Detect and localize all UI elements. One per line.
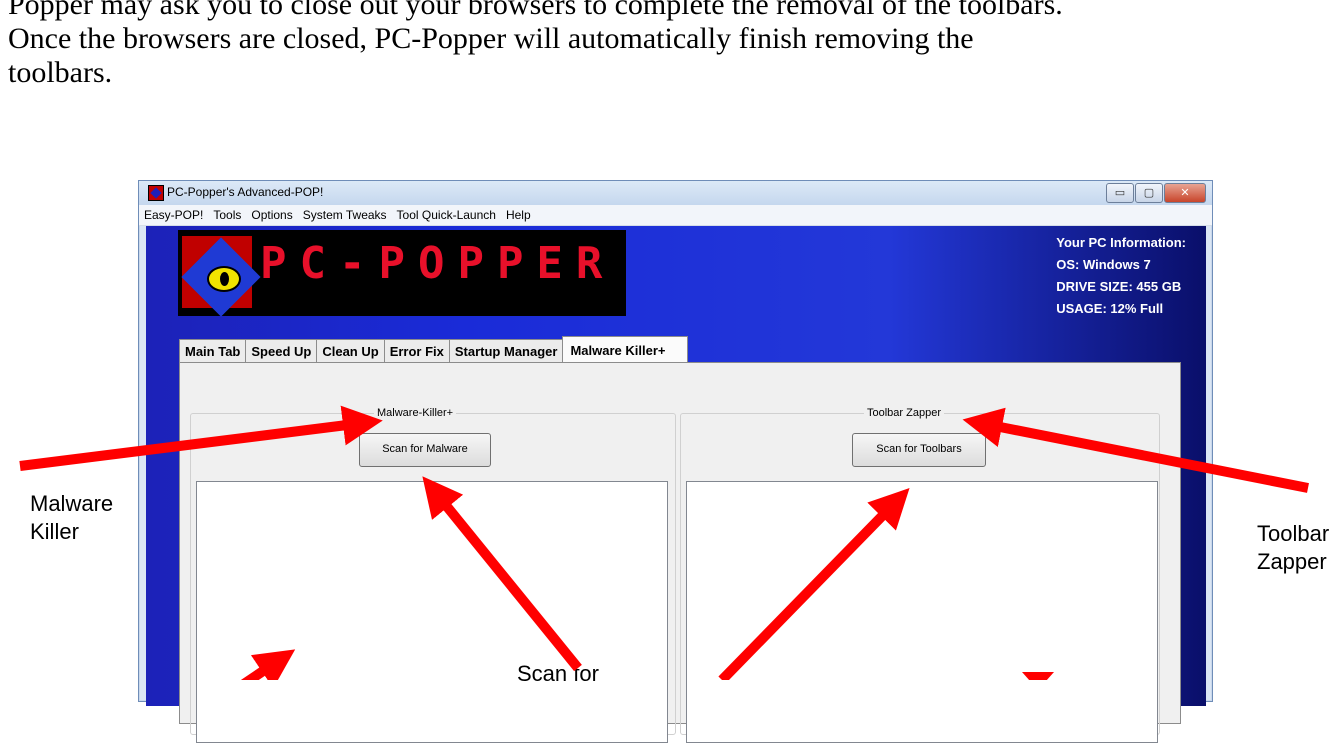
doc-line-3: toolbars. xyxy=(8,56,113,89)
pc-info-heading: Your PC Information: xyxy=(1056,235,1186,250)
menu-bar: Easy-POP! Tools Options System Tweaks Tool Q… xyxy=(139,205,1212,226)
tab-main[interactable]: Main Tab xyxy=(179,339,247,363)
menu-easy-pop[interactable]: Easy-POP! xyxy=(139,205,208,222)
malware-killer-title: Malware-Killer+ xyxy=(374,407,457,419)
tab-panel: Malware-Killer+ Scan for Malware Toolbar… xyxy=(179,362,1181,743)
logo-text: PC-POPPER xyxy=(260,238,616,289)
toolbar-results-list[interactable] xyxy=(686,481,1158,743)
tab-strip: Main Tab Speed Up Clean Up Error Fix Sta… xyxy=(179,336,689,365)
menu-system-tweaks[interactable]: System Tweaks xyxy=(298,205,392,222)
tab-clean-up[interactable]: Clean Up xyxy=(316,339,385,363)
toolbar-zapper-group: Toolbar Zapper Scan for Toolbars xyxy=(680,407,1160,743)
minimize-button[interactable]: ▭ xyxy=(1106,183,1134,203)
malware-killer-callout: Malware Killer xyxy=(30,491,114,544)
toolbar-zapper-title: Toolbar Zapper xyxy=(864,407,944,419)
tab-malware-killer[interactable]: Malware Killer+ xyxy=(562,336,689,365)
tab-error-fix[interactable]: Error Fix xyxy=(383,339,450,363)
window-title: PC-Popper's Advanced-POP! xyxy=(167,185,324,199)
pc-popper-logo: PC-POPPER xyxy=(178,230,626,317)
malware-killer-group: Malware-Killer+ Scan for Malware xyxy=(190,407,676,743)
tab-startup-manager[interactable]: Startup Manager xyxy=(448,339,564,363)
app-logo-icon[interactable] xyxy=(148,185,164,201)
pc-info-usage: USAGE: 12% Full xyxy=(1056,301,1164,316)
window-controls: ▭ ▢ ✕ xyxy=(1105,183,1206,203)
scan-for-toolbars-button[interactable]: Scan for Toolbars xyxy=(852,433,986,467)
title-bar[interactable]: PC-Popper's Advanced-POP! ▭ ▢ ✕ xyxy=(139,181,1212,205)
doc-line-2: Once the browsers are closed, PC-Popper … xyxy=(8,22,974,55)
scan-for-malware-button[interactable]: Scan for Malware xyxy=(359,433,491,467)
tab-speed-up[interactable]: Speed Up xyxy=(245,339,318,363)
document-text: Popper may ask you to close out your bro… xyxy=(8,0,1328,90)
scan-for-callout: Scan for xyxy=(517,661,599,686)
menu-tools[interactable]: Tools xyxy=(208,205,246,222)
logo-emblem xyxy=(181,236,261,317)
eye-icon xyxy=(207,266,241,292)
maximize-button[interactable]: ▢ xyxy=(1135,183,1163,203)
doc-line-1: Popper may ask you to close out your bro… xyxy=(8,0,1063,21)
toolbar-zapper-callout: Toolbar Zapper xyxy=(1257,521,1330,574)
app-window: PC-Popper's Advanced-POP! ▭ ▢ ✕ Easy-POP… xyxy=(138,180,1213,743)
menu-tool-quick-launch[interactable]: Tool Quick-Launch xyxy=(392,205,501,222)
pc-info-drive: DRIVE SIZE: 455 GB xyxy=(1056,279,1182,294)
client-area: PC-POPPER Your PC Information: OS: Windo… xyxy=(146,226,1206,743)
close-button[interactable]: ✕ xyxy=(1164,183,1206,203)
pc-info-os: OS: Windows 7 xyxy=(1056,257,1151,272)
pc-info-panel: Your PC Information: OS: Windows 7 DRIVE… xyxy=(1056,232,1186,320)
malware-results-list[interactable] xyxy=(196,481,668,743)
menu-options[interactable]: Options xyxy=(246,205,297,222)
menu-help[interactable]: Help xyxy=(501,205,536,222)
